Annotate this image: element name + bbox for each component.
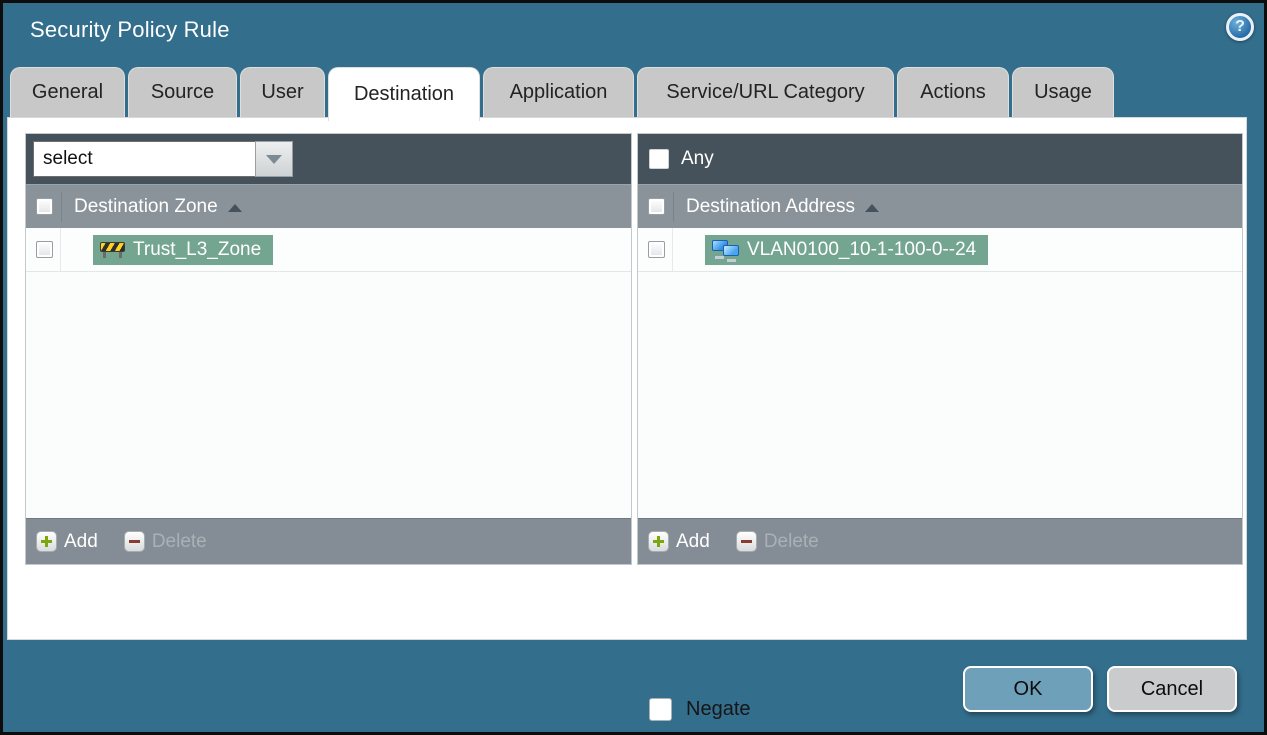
address-chip-label: VLAN0100_10-1-100-0--24 bbox=[747, 238, 977, 260]
zone-table-header: Destination Zone bbox=[26, 184, 631, 228]
minus-icon bbox=[735, 531, 757, 552]
delete-label: Delete bbox=[763, 530, 819, 552]
column-divider bbox=[672, 228, 673, 271]
column-divider bbox=[60, 228, 61, 271]
negate-checkbox[interactable] bbox=[649, 698, 672, 721]
security-policy-rule-dialog: Security Policy Rule ? General Source Us… bbox=[0, 0, 1267, 735]
tab-actions[interactable]: Actions bbox=[897, 67, 1009, 117]
address-table-header: Destination Address bbox=[638, 184, 1242, 228]
zone-chip-label: Trust_L3_Zone bbox=[133, 238, 262, 260]
address-chip[interactable]: VLAN0100_10-1-100-0--24 bbox=[705, 234, 989, 265]
chevron-down-icon bbox=[266, 154, 282, 164]
zone-actions-bar: Add Delete bbox=[26, 518, 631, 564]
add-zone-button[interactable]: Add bbox=[36, 531, 98, 553]
destination-tab-content: Destination Zone Trust_L3_Zone Add bbox=[7, 117, 1247, 721]
table-row[interactable]: Trust_L3_Zone bbox=[26, 228, 631, 272]
delete-zone-button[interactable]: Delete bbox=[123, 530, 207, 553]
zone-select-bar bbox=[26, 134, 631, 184]
tab-service-url-category[interactable]: Service/URL Category bbox=[637, 67, 894, 117]
tab-destination[interactable]: Destination bbox=[328, 67, 480, 121]
help-icon[interactable]: ? bbox=[1226, 13, 1254, 41]
tab-general[interactable]: General bbox=[10, 67, 125, 117]
zone-column-header[interactable]: Destination Zone bbox=[61, 191, 242, 222]
address-row-checkbox[interactable] bbox=[648, 241, 665, 258]
any-checkbox[interactable] bbox=[649, 149, 669, 169]
address-column-header[interactable]: Destination Address bbox=[673, 191, 879, 222]
address-group-icon bbox=[712, 239, 739, 262]
address-select-all-checkbox[interactable] bbox=[648, 198, 665, 215]
dialog-title: Security Policy Rule bbox=[30, 17, 230, 42]
negate-control: Negate bbox=[649, 698, 751, 721]
delete-address-button[interactable]: Delete bbox=[735, 530, 819, 553]
delete-label: Delete bbox=[151, 530, 207, 552]
address-actions-bar: Add Delete bbox=[638, 518, 1242, 564]
address-column-header-label: Destination Address bbox=[686, 195, 855, 217]
zone-select-combo bbox=[33, 141, 293, 177]
zone-column-header-label: Destination Zone bbox=[74, 195, 218, 217]
zone-row-checkbox[interactable] bbox=[36, 241, 53, 258]
sort-ascending-icon bbox=[865, 203, 879, 212]
cancel-button[interactable]: Cancel bbox=[1107, 666, 1237, 712]
zone-barrier-icon bbox=[100, 241, 125, 258]
destination-zone-panel: Destination Zone Trust_L3_Zone Add bbox=[25, 133, 632, 565]
tab-application[interactable]: Application bbox=[483, 67, 634, 117]
any-label: Any bbox=[681, 148, 714, 169]
zone-chip[interactable]: Trust_L3_Zone bbox=[93, 234, 274, 265]
destination-address-panel: Any Destination Address VLAN0100_10-1-10… bbox=[637, 133, 1243, 565]
add-address-button[interactable]: Add bbox=[648, 531, 710, 553]
tab-bar: General Source User Destination Applicat… bbox=[10, 67, 1114, 121]
add-label: Add bbox=[64, 530, 98, 552]
tab-user[interactable]: User bbox=[240, 67, 325, 117]
zone-select-all-checkbox[interactable] bbox=[36, 198, 53, 215]
plus-icon bbox=[648, 531, 669, 552]
address-table-body: VLAN0100_10-1-100-0--24 bbox=[638, 228, 1242, 518]
minus-icon bbox=[123, 531, 145, 552]
table-row[interactable]: VLAN0100_10-1-100-0--24 bbox=[638, 228, 1242, 272]
zone-select-dropdown-button[interactable] bbox=[255, 141, 293, 177]
negate-label: Negate bbox=[686, 698, 751, 720]
sort-ascending-icon bbox=[227, 203, 242, 212]
tab-usage[interactable]: Usage bbox=[1012, 67, 1114, 117]
zone-select-input[interactable] bbox=[33, 141, 255, 177]
tab-source[interactable]: Source bbox=[128, 67, 237, 117]
ok-button[interactable]: OK bbox=[963, 666, 1093, 712]
add-label: Add bbox=[676, 530, 710, 552]
any-bar: Any bbox=[638, 134, 1242, 184]
plus-icon bbox=[36, 531, 57, 552]
zone-table-body: Trust_L3_Zone bbox=[26, 228, 631, 518]
